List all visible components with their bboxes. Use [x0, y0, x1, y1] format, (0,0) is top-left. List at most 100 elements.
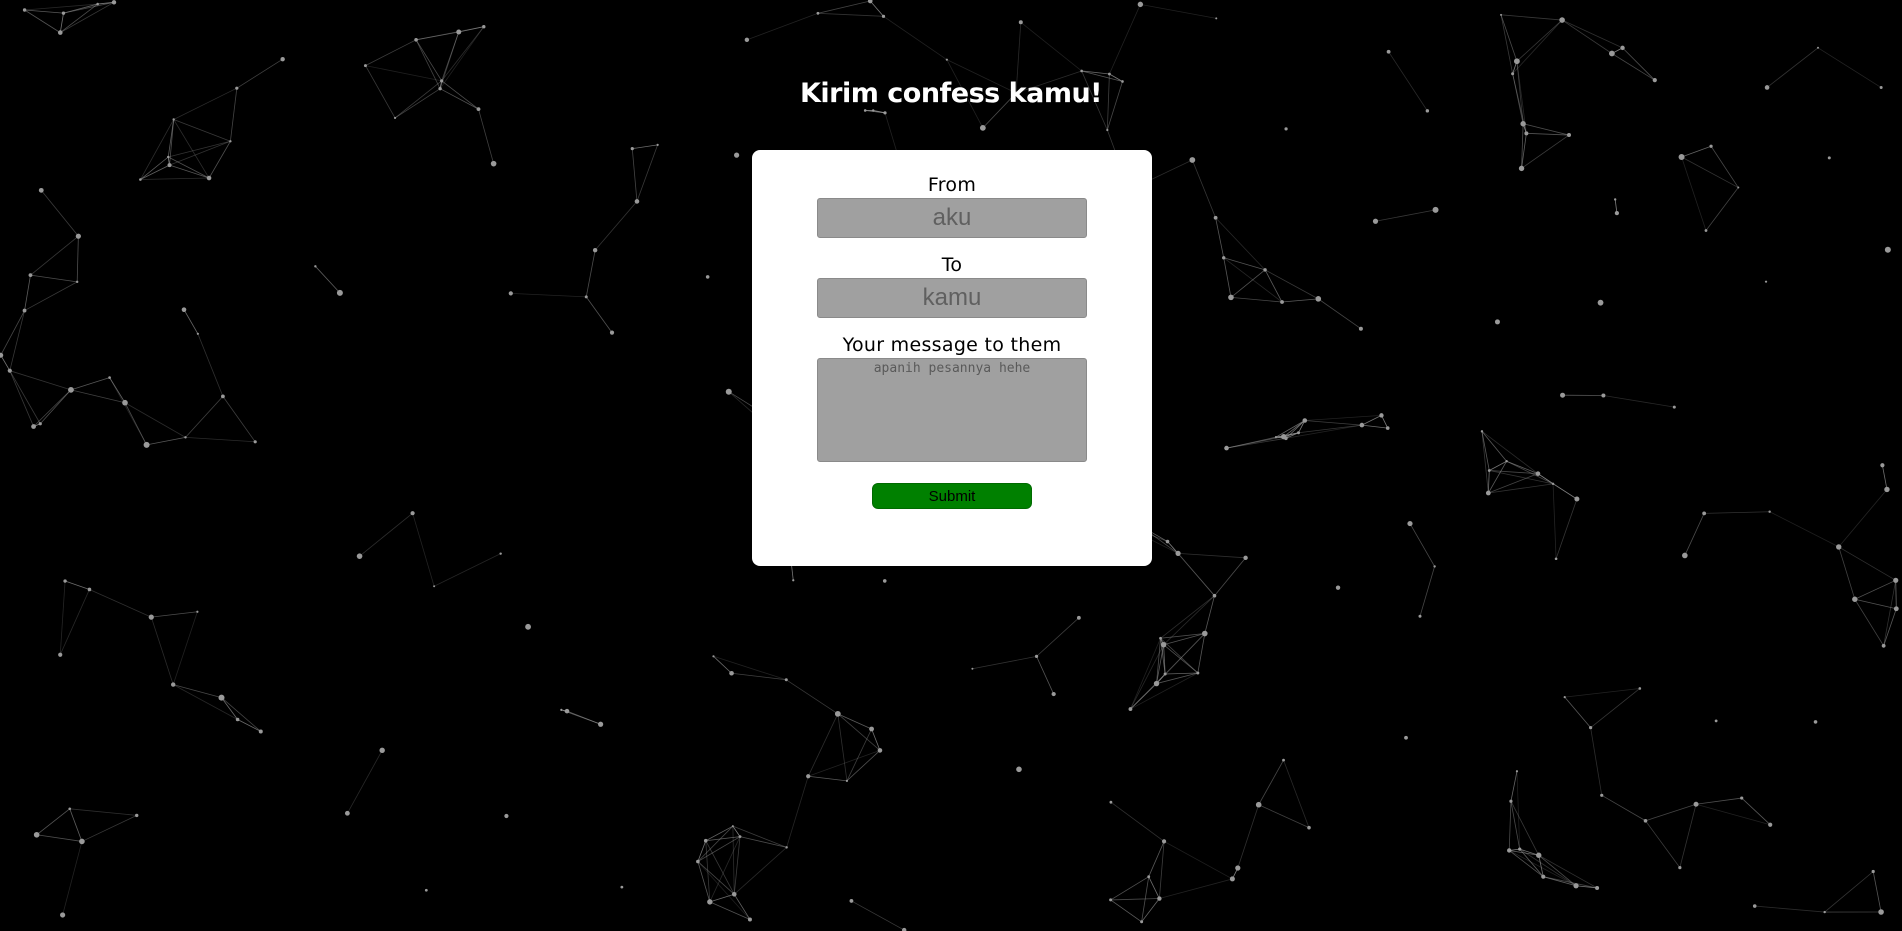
particle-dot	[872, 109, 875, 112]
particle-dot	[1425, 109, 1430, 113]
particle-dot	[1018, 20, 1023, 25]
particle-link	[140, 177, 210, 180]
particle-dot	[1559, 17, 1565, 23]
particle-dot	[1213, 215, 1218, 220]
particle-dot	[393, 116, 397, 120]
particle-link	[1872, 871, 1882, 913]
particle-link	[705, 825, 734, 842]
particle-link	[1110, 899, 1142, 923]
particle-dot	[482, 25, 486, 29]
particle-dot	[433, 585, 436, 588]
particle-link	[197, 333, 224, 397]
particle-dot	[712, 655, 715, 658]
particle-dot	[1768, 510, 1771, 513]
particle-link	[9, 370, 34, 427]
particle-dot	[703, 838, 708, 843]
particle-dot	[1161, 839, 1167, 844]
particle-link	[1611, 53, 1655, 81]
particle-link	[146, 436, 186, 446]
particle-dot	[598, 721, 604, 727]
to-input[interactable]	[817, 278, 1087, 318]
particle-link	[1214, 557, 1246, 596]
particle-link	[70, 389, 126, 404]
particle-link	[585, 296, 613, 333]
particle-dot	[1487, 469, 1491, 472]
particle-dot	[38, 422, 42, 426]
particle-dot	[1358, 326, 1363, 331]
particle-link	[1883, 608, 1897, 646]
particle-dot	[1222, 256, 1226, 260]
particle-link	[1148, 876, 1160, 899]
particle-dot	[1379, 413, 1384, 418]
from-input[interactable]	[817, 198, 1087, 238]
particle-dot	[849, 899, 854, 903]
particle-dot	[1709, 144, 1713, 148]
particle-link	[30, 235, 79, 276]
particle-link	[1487, 470, 1490, 494]
particle-link	[631, 148, 638, 202]
particle-dot	[979, 124, 986, 131]
particle-dot	[945, 58, 948, 61]
particle-link	[1537, 473, 1578, 500]
particle-link	[851, 900, 905, 931]
particle-link	[1488, 483, 1554, 494]
particle-link	[733, 847, 787, 895]
particle-dot	[1678, 866, 1682, 870]
particle-link	[1130, 683, 1157, 710]
particle-dot	[1153, 680, 1160, 687]
particle-dot	[1386, 49, 1391, 54]
particle-dot	[1106, 128, 1109, 132]
particle-link	[1215, 217, 1266, 271]
particle-dot	[410, 511, 415, 516]
particle-dot	[1566, 133, 1571, 138]
particle-dot	[584, 295, 588, 299]
particle-link	[731, 672, 787, 681]
particle-dot	[143, 441, 150, 448]
particle-link	[1304, 420, 1362, 426]
particle-dot	[1163, 672, 1167, 676]
particle-link	[151, 611, 198, 618]
particle-dot	[1878, 909, 1884, 915]
particle-link	[1110, 898, 1160, 901]
particle-dot	[1893, 606, 1899, 612]
particle-dot	[1407, 520, 1413, 527]
particle-link	[1555, 498, 1578, 559]
particle-link	[69, 808, 137, 816]
particle-link	[1226, 436, 1284, 449]
particle-dot	[108, 376, 111, 379]
particle-link	[9, 310, 25, 371]
particle-link	[185, 436, 256, 443]
particle-link	[1230, 296, 1283, 303]
particle-dot	[87, 587, 92, 592]
particle-link	[1130, 672, 1199, 710]
particle-dot	[1080, 69, 1083, 73]
particle-link	[1516, 19, 1563, 62]
particle-dot	[592, 247, 598, 253]
particle-dot	[863, 109, 867, 112]
confess-form-card: From To Your message to them Submit	[752, 150, 1152, 566]
particle-link	[412, 513, 435, 587]
particle-link	[365, 39, 417, 66]
particle-dot	[1297, 431, 1301, 435]
particle-link	[1110, 876, 1149, 901]
particle-link	[1506, 460, 1554, 485]
particle-link	[713, 655, 787, 681]
particle-link	[1140, 3, 1217, 19]
particle-link	[63, 1, 115, 14]
particle-dot	[1827, 156, 1831, 160]
message-textarea[interactable]	[817, 358, 1087, 462]
particle-link	[1695, 797, 1742, 805]
particle-link	[1204, 595, 1215, 634]
particle-dot	[68, 807, 72, 811]
submit-button[interactable]: Submit	[872, 483, 1032, 509]
particle-link	[169, 164, 210, 179]
particle-link	[1538, 854, 1598, 889]
particle-dot	[1159, 636, 1162, 640]
particle-dot	[1432, 206, 1439, 213]
particle-dot	[1404, 735, 1408, 740]
particle-link	[60, 3, 98, 33]
particle-dot	[75, 280, 79, 284]
particle-link	[1538, 854, 1577, 887]
particle-dot	[1212, 593, 1217, 598]
particle-link	[1679, 804, 1697, 868]
